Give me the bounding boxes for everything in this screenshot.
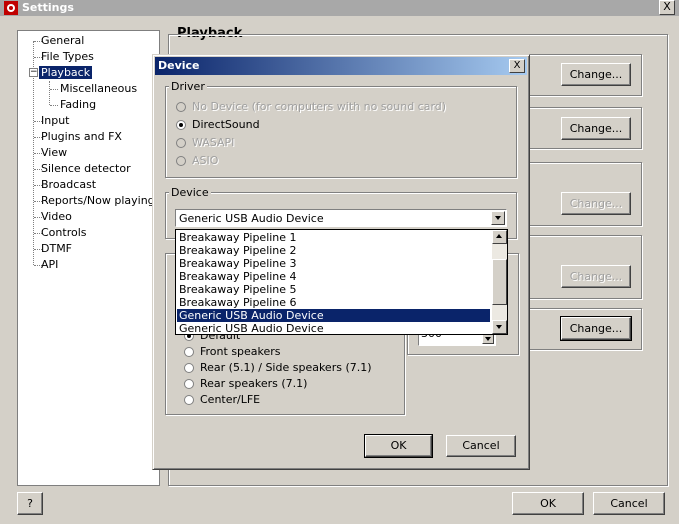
tree-item-miscellaneous[interactable]: Miscellaneous bbox=[60, 82, 137, 95]
dropdown-item[interactable]: Breakaway Pipeline 5 bbox=[177, 283, 490, 296]
dropdown-item[interactable]: Breakaway Pipeline 1 bbox=[177, 231, 490, 244]
dialog-close-button[interactable]: X bbox=[509, 59, 525, 73]
device-combobox[interactable]: Generic USB Audio Device bbox=[175, 209, 507, 227]
radio-button[interactable] bbox=[176, 120, 186, 130]
tree-item-api[interactable]: API bbox=[41, 258, 58, 271]
change-button[interactable]: Change... bbox=[561, 117, 631, 140]
radio-label: Front speakers bbox=[200, 345, 281, 358]
radio-label: No Device (for computers with no sound c… bbox=[192, 100, 447, 113]
dropdown-item[interactable]: Breakaway Pipeline 2 bbox=[177, 244, 490, 257]
change-button[interactable]: Change... bbox=[561, 63, 631, 86]
change-button[interactable]: Change... bbox=[561, 265, 631, 288]
radio-button[interactable] bbox=[184, 395, 194, 405]
dropdown-scrollbar[interactable] bbox=[492, 230, 507, 334]
tree-item-video[interactable]: Video bbox=[41, 210, 72, 223]
radio-asio[interactable]: ASIO bbox=[176, 154, 218, 167]
device-dropdown-list[interactable]: Breakaway Pipeline 1 Breakaway Pipeline … bbox=[175, 229, 508, 335]
device-legend: Device bbox=[169, 186, 211, 199]
chevron-down-icon bbox=[485, 337, 491, 341]
help-button[interactable]: ? bbox=[17, 492, 43, 515]
radio-button[interactable] bbox=[184, 347, 194, 357]
device-dialog: Device X Driver No Device (for computers… bbox=[152, 54, 530, 470]
radio-label: ASIO bbox=[192, 154, 219, 167]
dropdown-item[interactable]: Breakaway Pipeline 3 bbox=[177, 257, 490, 270]
main-window-titlebar: Settings X bbox=[0, 0, 679, 16]
dialog-ok-button[interactable]: OK bbox=[364, 434, 433, 458]
tree-item-playback[interactable]: Playback bbox=[39, 66, 93, 79]
radio-rear-speakers[interactable]: Rear speakers (7.1) bbox=[184, 377, 307, 390]
tree-item-dtmf[interactable]: DTMF bbox=[41, 242, 72, 255]
device-combobox-value: Generic USB Audio Device bbox=[179, 212, 324, 225]
radio-label: Rear (5.1) / Side speakers (7.1) bbox=[200, 361, 372, 374]
radio-button[interactable] bbox=[176, 156, 186, 166]
ok-button[interactable]: OK bbox=[512, 492, 584, 515]
dialog-titlebar: Device X bbox=[155, 57, 527, 75]
tree-item-plugins-fx[interactable]: Plugins and FX bbox=[41, 130, 122, 143]
radio-button[interactable] bbox=[176, 138, 186, 148]
combobox-dropdown-button[interactable] bbox=[491, 211, 505, 225]
tree-item-file-types[interactable]: File Types bbox=[41, 50, 94, 63]
scrollbar-thumb[interactable] bbox=[492, 259, 507, 305]
tree-connector bbox=[49, 81, 50, 105]
cancel-button[interactable]: Cancel bbox=[593, 492, 665, 515]
dialog-title: Device bbox=[158, 59, 200, 72]
radio-button[interactable] bbox=[184, 379, 194, 389]
radio-label: Center/LFE bbox=[200, 393, 261, 406]
chevron-up-icon bbox=[496, 234, 502, 238]
radio-wasapi[interactable]: WASAPI bbox=[176, 136, 234, 149]
tree-item-silence-detector[interactable]: Silence detector bbox=[41, 162, 131, 175]
tree-item-controls[interactable]: Controls bbox=[41, 226, 87, 239]
radio-button[interactable] bbox=[176, 102, 186, 112]
tree-item-general[interactable]: General bbox=[41, 34, 84, 47]
window-title: Settings bbox=[22, 1, 74, 14]
tree-connector bbox=[50, 89, 58, 90]
radio-center-lfe[interactable]: Center/LFE bbox=[184, 393, 260, 406]
radio-label: WASAPI bbox=[192, 136, 235, 149]
driver-legend: Driver bbox=[169, 80, 207, 93]
tree-item-reports[interactable]: Reports/Now playing bbox=[41, 194, 155, 207]
change-button[interactable]: Change... bbox=[560, 316, 632, 341]
dropdown-item[interactable]: Breakaway Pipeline 4 bbox=[177, 270, 490, 283]
dropdown-item[interactable]: Breakaway Pipeline 6 bbox=[177, 296, 490, 309]
radio-label: Rear speakers (7.1) bbox=[200, 377, 308, 390]
collapse-icon[interactable]: − bbox=[29, 68, 38, 77]
settings-tree[interactable]: General File Types − Playback Miscellane… bbox=[17, 30, 160, 486]
radio-button[interactable] bbox=[184, 363, 194, 373]
change-button[interactable]: Change... bbox=[561, 192, 631, 215]
tree-item-fading[interactable]: Fading bbox=[60, 98, 96, 111]
chevron-down-icon bbox=[496, 325, 502, 329]
dialog-cancel-button[interactable]: Cancel bbox=[446, 435, 516, 457]
tree-connector bbox=[50, 105, 58, 106]
app-icon bbox=[4, 1, 18, 15]
radio-label: DirectSound bbox=[192, 118, 260, 131]
tree-item-input[interactable]: Input bbox=[41, 114, 69, 127]
tree-item-broadcast[interactable]: Broadcast bbox=[41, 178, 96, 191]
window-close-button[interactable]: X bbox=[659, 0, 675, 15]
radio-no-device[interactable]: No Device (for computers with no sound c… bbox=[176, 100, 446, 113]
dropdown-item[interactable]: Generic USB Audio Device bbox=[177, 322, 490, 335]
tree-item-view[interactable]: View bbox=[41, 146, 67, 159]
scroll-down-button[interactable] bbox=[492, 320, 507, 334]
chevron-down-icon bbox=[495, 216, 501, 220]
dropdown-item-selected[interactable]: Generic USB Audio Device bbox=[177, 309, 490, 322]
radio-directsound[interactable]: DirectSound bbox=[176, 118, 260, 131]
scroll-up-button[interactable] bbox=[492, 230, 507, 244]
radio-rear-side[interactable]: Rear (5.1) / Side speakers (7.1) bbox=[184, 361, 372, 374]
radio-front-speakers[interactable]: Front speakers bbox=[184, 345, 281, 358]
